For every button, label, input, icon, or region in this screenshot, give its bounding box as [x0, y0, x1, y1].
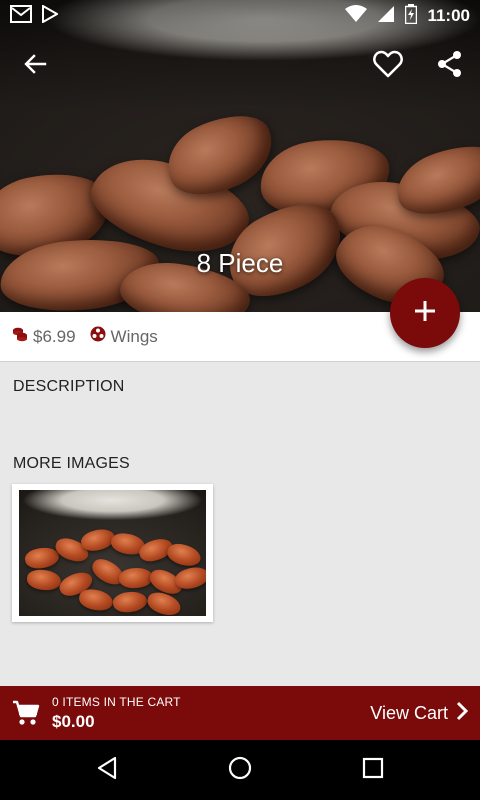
- battery-icon: [405, 3, 418, 29]
- nav-recents-icon: [362, 757, 384, 784]
- price-info: $6.99: [12, 326, 76, 347]
- back-button[interactable]: [15, 46, 55, 86]
- cart-summary: 0 ITEMS IN THE CART $0.00: [52, 695, 181, 732]
- more-images-heading: MORE IMAGES: [13, 455, 130, 472]
- description-heading: DESCRIPTION: [13, 378, 125, 395]
- product-title: 8 Piece: [196, 248, 284, 278]
- plus-icon: [414, 300, 436, 327]
- share-icon: [437, 50, 463, 83]
- cart-icon: [4, 700, 48, 726]
- cart-total: $0.00: [52, 711, 95, 731]
- category-info: Wings: [90, 326, 158, 347]
- chevron-right-icon: [456, 701, 469, 726]
- category-label: Wings: [110, 326, 158, 346]
- back-arrow-icon: [23, 52, 47, 81]
- nav-back-icon: [96, 756, 118, 785]
- system-nav-bar: [0, 740, 480, 800]
- add-to-cart-button[interactable]: [390, 278, 460, 348]
- nav-home-icon: [228, 756, 252, 785]
- status-bar: 11:00: [0, 0, 480, 32]
- play-store-icon: [42, 3, 60, 28]
- nav-back-button[interactable]: [77, 745, 137, 795]
- category-icon: [90, 326, 106, 347]
- nav-recents-button[interactable]: [343, 745, 403, 795]
- coins-icon: [12, 326, 28, 347]
- thumbnail-image: [19, 490, 206, 616]
- view-cart-label: View Cart: [370, 702, 448, 723]
- cart-item-count: 0 ITEMS IN THE CART: [52, 694, 181, 709]
- price-label: $6.99: [33, 326, 76, 346]
- nav-home-button[interactable]: [210, 745, 270, 795]
- heart-icon: [373, 50, 403, 83]
- favorite-button[interactable]: [368, 46, 408, 86]
- image-thumbnail[interactable]: [12, 484, 213, 622]
- view-cart-button[interactable]: View Cart: [370, 701, 469, 726]
- share-button[interactable]: [430, 46, 470, 86]
- gmail-icon: [10, 4, 32, 28]
- cart-bar[interactable]: 0 ITEMS IN THE CART $0.00 View Cart: [0, 686, 480, 740]
- status-clock: 11:00: [427, 6, 470, 25]
- wifi-icon: [345, 4, 368, 28]
- signal-icon: [377, 5, 395, 28]
